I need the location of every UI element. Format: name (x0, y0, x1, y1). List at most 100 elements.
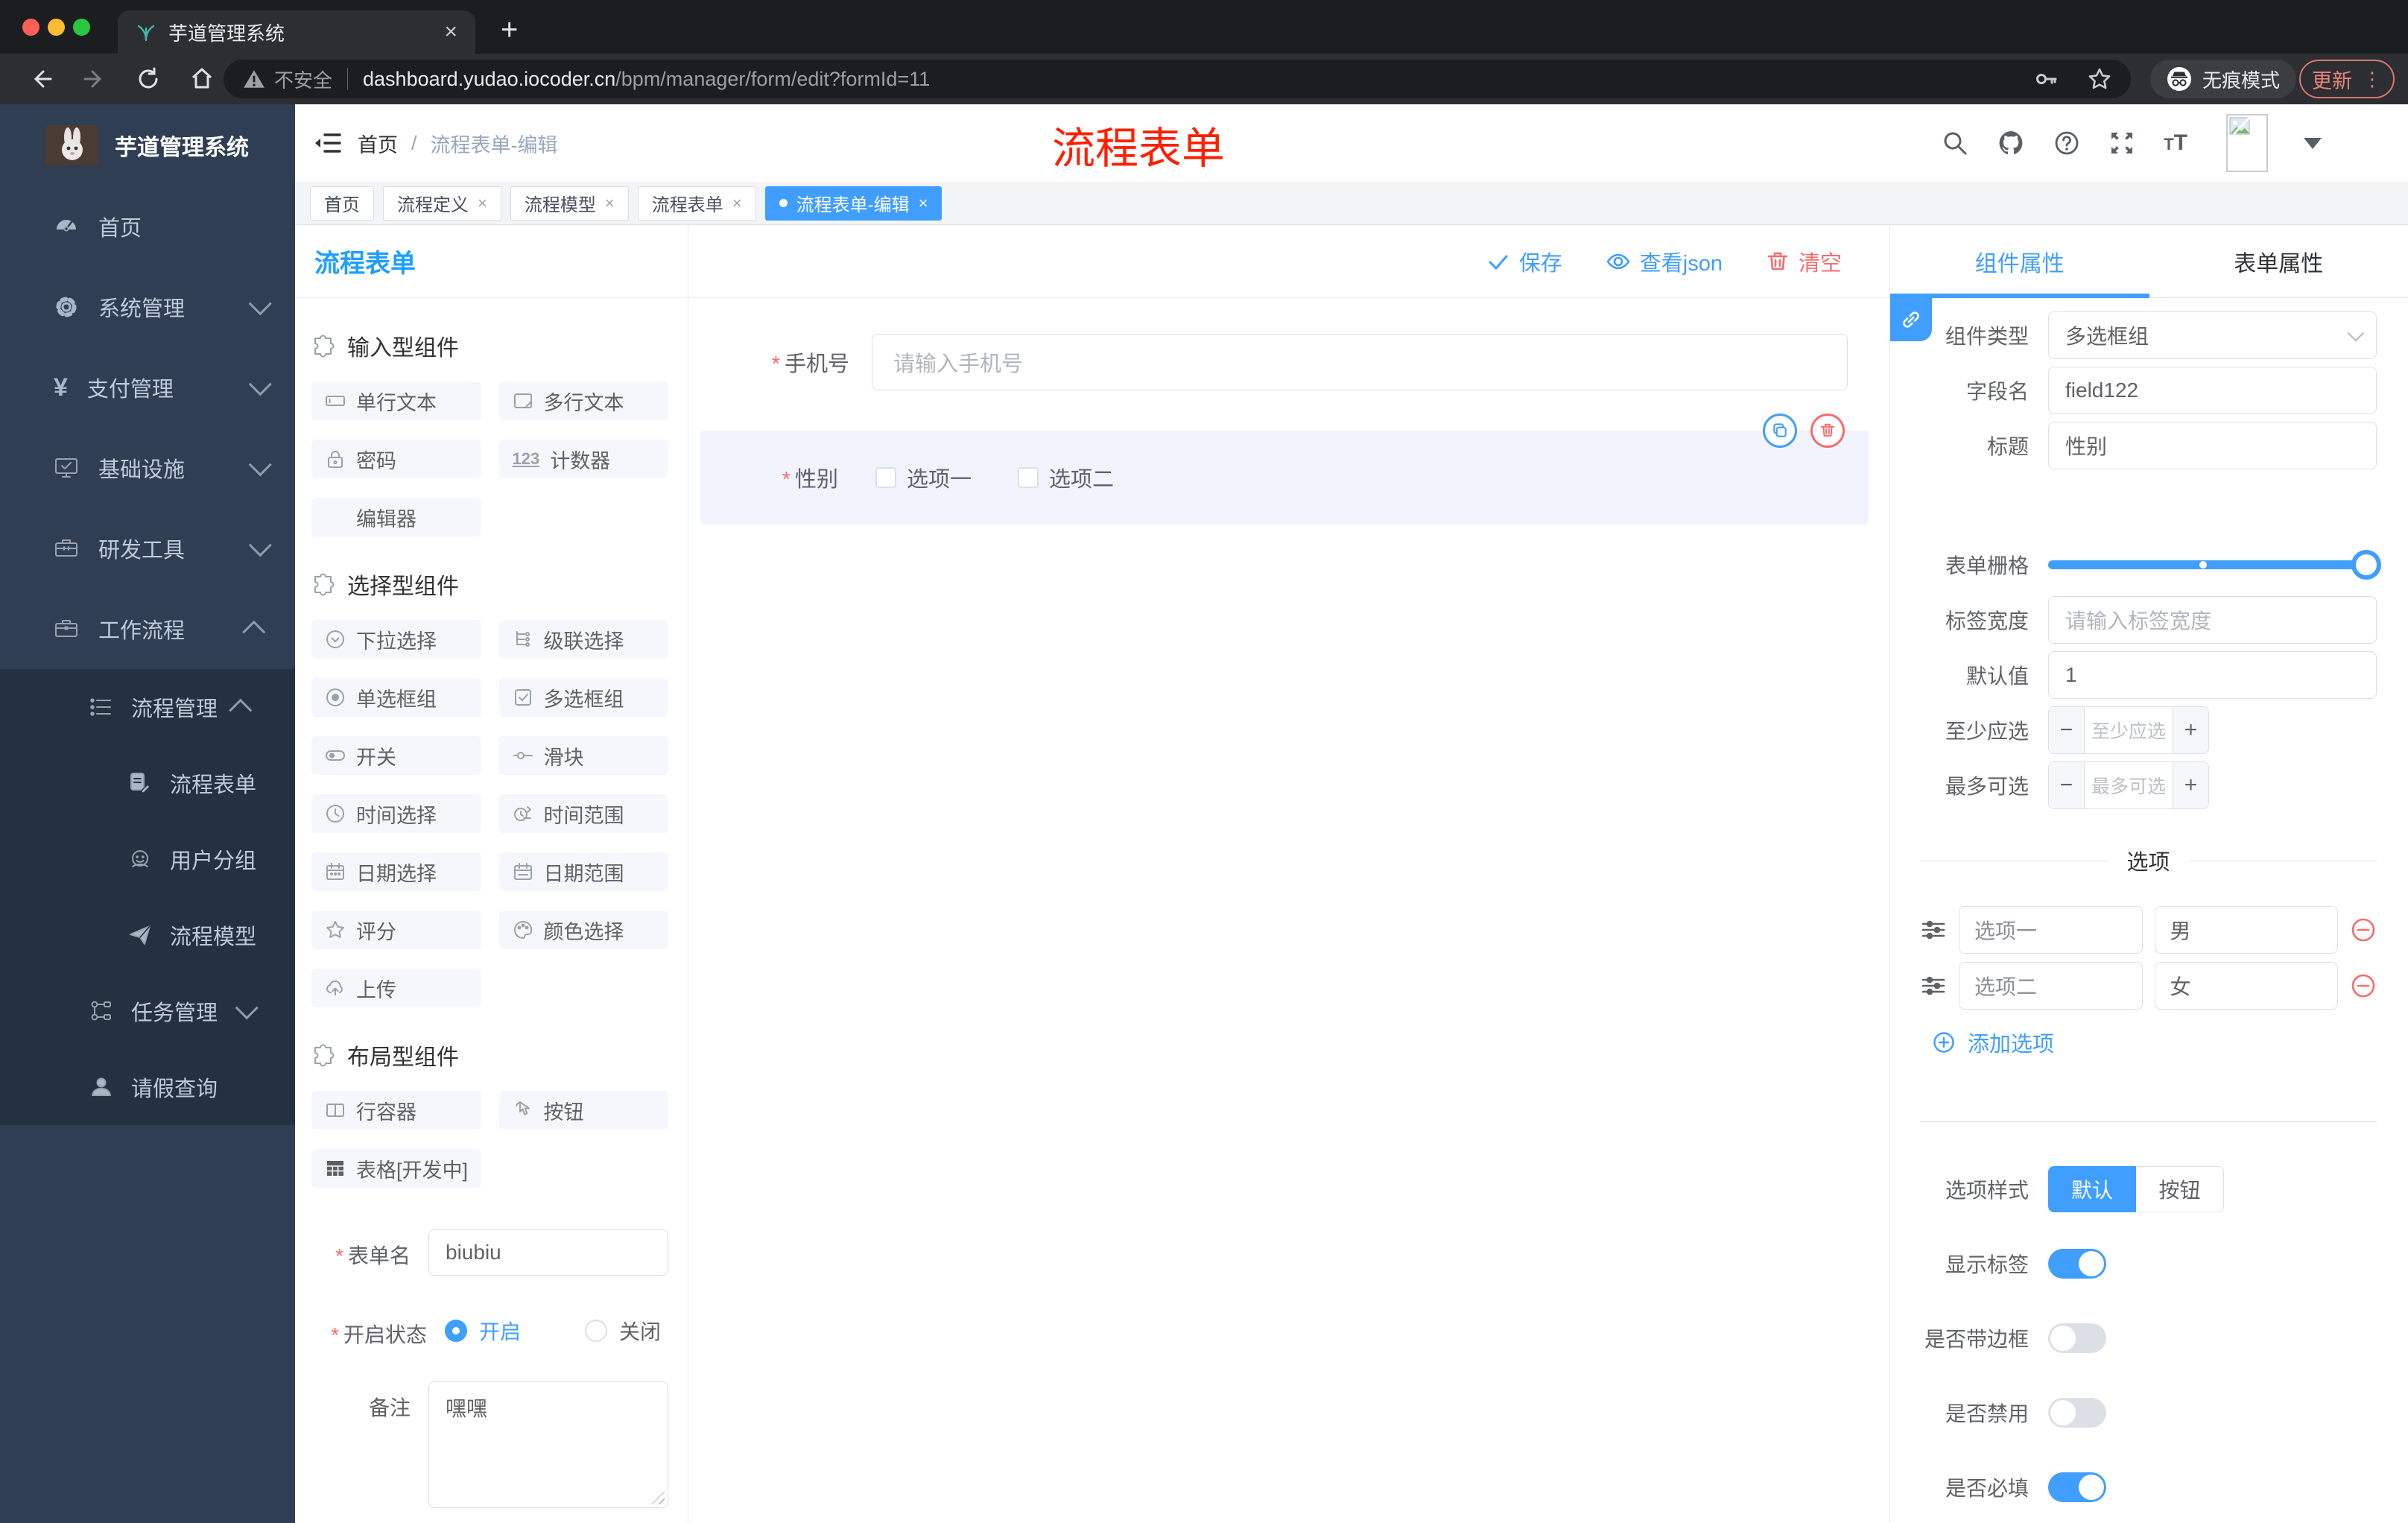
view-json-button[interactable]: 查看json (1606, 246, 1723, 277)
sidebar-item-process-form[interactable]: 流程表单 (0, 745, 295, 821)
drag-handle-icon[interactable] (1920, 972, 1947, 999)
status-off-label[interactable]: 关闭 (619, 1316, 661, 1346)
slider-track[interactable] (2048, 560, 2377, 569)
add-option-button[interactable]: 添加选项 (1932, 1028, 2377, 1057)
avatar-caret-icon[interactable] (2304, 137, 2322, 149)
close-window-button[interactable] (22, 19, 39, 36)
remove-option-button[interactable] (2350, 916, 2377, 943)
github-icon[interactable] (1997, 129, 2025, 157)
title-input[interactable]: 性别 (2048, 422, 2377, 469)
tab-form-props[interactable]: 表单属性 (2149, 225, 2408, 297)
drag-handle-icon[interactable] (1920, 916, 1947, 943)
tab-close-icon[interactable]: × (444, 19, 457, 45)
browser-tab[interactable]: 芋道管理系统 × (118, 10, 475, 54)
min-select-stepper[interactable]: − 至少应选 + (2048, 706, 2209, 754)
canvas-body[interactable]: * 手机号 请输入手机号 * 性别 选项一 选项二 (688, 298, 1889, 1523)
palette-item-cascader[interactable]: 级联选择 (498, 620, 668, 659)
palette-item-checkbox-group[interactable]: 多选框组 (498, 678, 668, 717)
route-tab-process-form[interactable]: 流程表单 × (637, 186, 756, 221)
maximize-window-button[interactable] (73, 19, 90, 36)
sidebar-item-workflow[interactable]: 工作流程 (0, 589, 295, 669)
delete-component-button[interactable] (1810, 414, 1845, 448)
back-icon[interactable] (28, 66, 54, 92)
field-link-button[interactable] (1890, 298, 1932, 341)
palette-item-date-range[interactable]: 日期范围 (498, 852, 668, 891)
route-tab-process-model[interactable]: 流程模型 × (510, 186, 629, 221)
form-name-input[interactable]: biubiu (428, 1229, 668, 1276)
copy-component-button[interactable] (1763, 414, 1797, 448)
palette-item-counter[interactable]: 123 计数器 (498, 440, 668, 478)
key-icon[interactable] (2034, 67, 2058, 91)
palette-item-multi-text[interactable]: 多行文本 (498, 381, 668, 420)
min-placeholder[interactable]: 至少应选 (2085, 707, 2173, 753)
sidebar-item-system[interactable]: 系统管理 (0, 267, 295, 347)
option-label-input[interactable]: 选项二 (1959, 962, 2143, 1010)
font-size-icon[interactable]: TT (2164, 130, 2187, 156)
increment-button[interactable]: + (2173, 762, 2208, 808)
search-icon[interactable] (1942, 130, 1968, 156)
palette-item-row-container[interactable]: 行容器 (311, 1091, 481, 1130)
gender-option-2[interactable]: 选项二 (1018, 462, 1114, 493)
remove-option-button[interactable] (2350, 972, 2377, 999)
style-button-button[interactable]: 按钮 (2136, 1166, 2224, 1212)
disabled-toggle[interactable] (2048, 1398, 2106, 1428)
tab-close-icon[interactable]: × (605, 194, 615, 213)
default-value-input[interactable]: 1 (2048, 651, 2377, 699)
palette-item-time-range[interactable]: 时间范围 (498, 794, 668, 833)
option-value-input[interactable]: 男 (2154, 906, 2338, 954)
decrement-button[interactable]: − (2049, 762, 2085, 808)
sidebar-item-devtools[interactable]: 研发工具 (0, 508, 295, 589)
browser-menu-icon[interactable]: ⋮ (2363, 68, 2382, 91)
gender-option-1[interactable]: 选项一 (875, 462, 972, 493)
tab-close-icon[interactable]: × (478, 194, 487, 213)
palette-item-radio-group[interactable]: 单选框组 (311, 678, 481, 717)
sidebar-item-leave-query[interactable]: 请假查询 (0, 1049, 295, 1125)
sidebar-logo[interactable]: 芋道管理系统 (0, 104, 295, 186)
max-placeholder[interactable]: 最多可选 (2085, 762, 2173, 808)
sidebar-item-task-management[interactable]: 任务管理 (0, 973, 295, 1049)
palette-item-editor[interactable]: 编辑器 (311, 498, 481, 536)
palette-item-password[interactable]: 密码 (311, 440, 481, 478)
increment-button[interactable]: + (2173, 707, 2208, 753)
palette-item-color-picker[interactable]: 颜色选择 (498, 911, 668, 949)
help-icon[interactable] (2053, 130, 2080, 156)
palette-item-button[interactable]: 按钮 (498, 1091, 668, 1130)
canvas-field-gender-selected[interactable]: * 性别 选项一 选项二 (700, 414, 1869, 525)
style-default-button[interactable]: 默认 (2048, 1166, 2136, 1212)
status-off-radio[interactable] (585, 1320, 608, 1342)
minimize-window-button[interactable] (48, 19, 65, 36)
security-label[interactable]: 不安全 (274, 66, 332, 93)
status-on-radio[interactable] (445, 1320, 467, 1342)
sidebar-item-payment[interactable]: ¥ 支付管理 (0, 347, 295, 428)
palette-item-table[interactable]: 表格[开发中] (311, 1149, 481, 1188)
checkbox[interactable] (1018, 467, 1039, 488)
palette-item-single-text[interactable]: 单行文本 (311, 381, 481, 420)
route-tab-process-definition[interactable]: 流程定义 × (383, 186, 501, 221)
field-name-input[interactable]: field122 (2048, 367, 2377, 414)
breadcrumb-home[interactable]: 首页 (358, 129, 398, 158)
tab-close-icon[interactable]: × (732, 194, 742, 213)
url-bar[interactable]: 不安全 dashboard.yudao.iocoder.cn/bpm/manag… (224, 60, 2131, 98)
fullscreen-icon[interactable] (2108, 130, 2135, 156)
grid-slider[interactable] (2048, 550, 2381, 580)
palette-item-time-picker[interactable]: 时间选择 (311, 794, 481, 833)
sidebar-item-process-management[interactable]: 流程管理 (0, 669, 295, 745)
slider-handle[interactable] (2351, 550, 2381, 580)
with-border-toggle[interactable] (2048, 1323, 2106, 1353)
canvas-field-phone[interactable]: * 手机号 请输入手机号 (700, 334, 1889, 390)
forward-icon[interactable] (82, 66, 107, 92)
required-toggle[interactable] (2048, 1472, 2106, 1502)
route-tab-process-form-edit[interactable]: 流程表单-编辑 × (764, 186, 942, 221)
new-tab-button[interactable]: + (501, 13, 518, 47)
home-icon[interactable] (189, 66, 215, 92)
option-label-input[interactable]: 选项一 (1959, 906, 2143, 954)
save-button[interactable]: 保存 (1486, 246, 1562, 277)
tab-component-props[interactable]: 组件属性 (1890, 225, 2149, 298)
palette-item-select[interactable]: 下拉选择 (311, 620, 481, 659)
phone-input[interactable]: 请输入手机号 (872, 334, 1848, 390)
max-select-stepper[interactable]: − 最多可选 + (2048, 762, 2209, 809)
option-value-input[interactable]: 女 (2154, 962, 2338, 1010)
status-on-label[interactable]: 开启 (479, 1316, 521, 1346)
route-tab-home[interactable]: 首页 (310, 186, 374, 221)
sidebar-collapse-icon[interactable] (314, 131, 341, 155)
